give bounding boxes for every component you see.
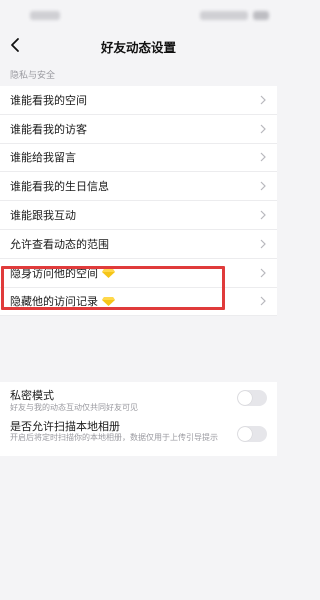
private-mode-switch[interactable] [237,390,267,406]
menu-item-who-can-interact[interactable]: 谁能跟我互动 [0,201,277,230]
chevron-right-icon [260,210,266,220]
menu-item-who-can-view-birthday[interactable]: 谁能看我的生日信息 [0,172,277,202]
section-header-privacy: 隐私与安全 [10,71,56,81]
chevron-right-icon [260,153,266,162]
toggle-section: 私密模式 好友与我的动态互动仅共同好友可见 是否允许扫描本地相册 开启后将定时扫… [0,382,277,456]
toggle-subtitle: 开启后将定时扫描你的本地相册，数据仅用于上传引导提示 [10,433,218,442]
scan-album-switch[interactable] [237,426,267,442]
page-title: 好友动态设置 [100,40,176,55]
switch-knob [238,427,252,441]
menu-item-label: 谁能看我的生日信息 [10,180,109,194]
menu-item-label: 允许查看动态的范围 [10,237,109,251]
chevron-right-icon [260,95,266,105]
menu-item-feed-visibility-range[interactable]: 允许查看动态的范围 [0,230,277,259]
toggle-title: 私密模式 [10,389,54,402]
menu-item-who-can-view-space[interactable]: 谁能看我的空间 [0,86,277,115]
status-icons-blurred [200,11,248,20]
nav-bar: 好友动态设置 [0,30,277,62]
menu-item-who-can-leave-message[interactable]: 谁能给我留言 [0,144,277,173]
status-bar [0,0,277,30]
chevron-right-icon [260,181,266,191]
menu-item-label: 谁能看我的访客 [10,122,87,136]
status-time-blurred [30,11,60,20]
menu-item-label: 谁能给我留言 [10,151,76,165]
chevron-right-icon [260,268,266,278]
chevron-right-icon [260,297,266,306]
highlight-annotation [1,266,225,310]
menu-item-who-can-view-visitors[interactable]: 谁能看我的访客 [0,115,277,144]
menu-item-label: 谁能跟我互动 [10,209,76,223]
switch-knob [238,391,252,405]
chevron-right-icon [260,239,266,249]
menu-item-label: 谁能看我的空间 [10,93,87,107]
battery-icon [253,11,269,20]
chevron-right-icon [260,124,266,134]
toggle-subtitle: 好友与我的动态互动仅共同好友可见 [10,403,138,412]
